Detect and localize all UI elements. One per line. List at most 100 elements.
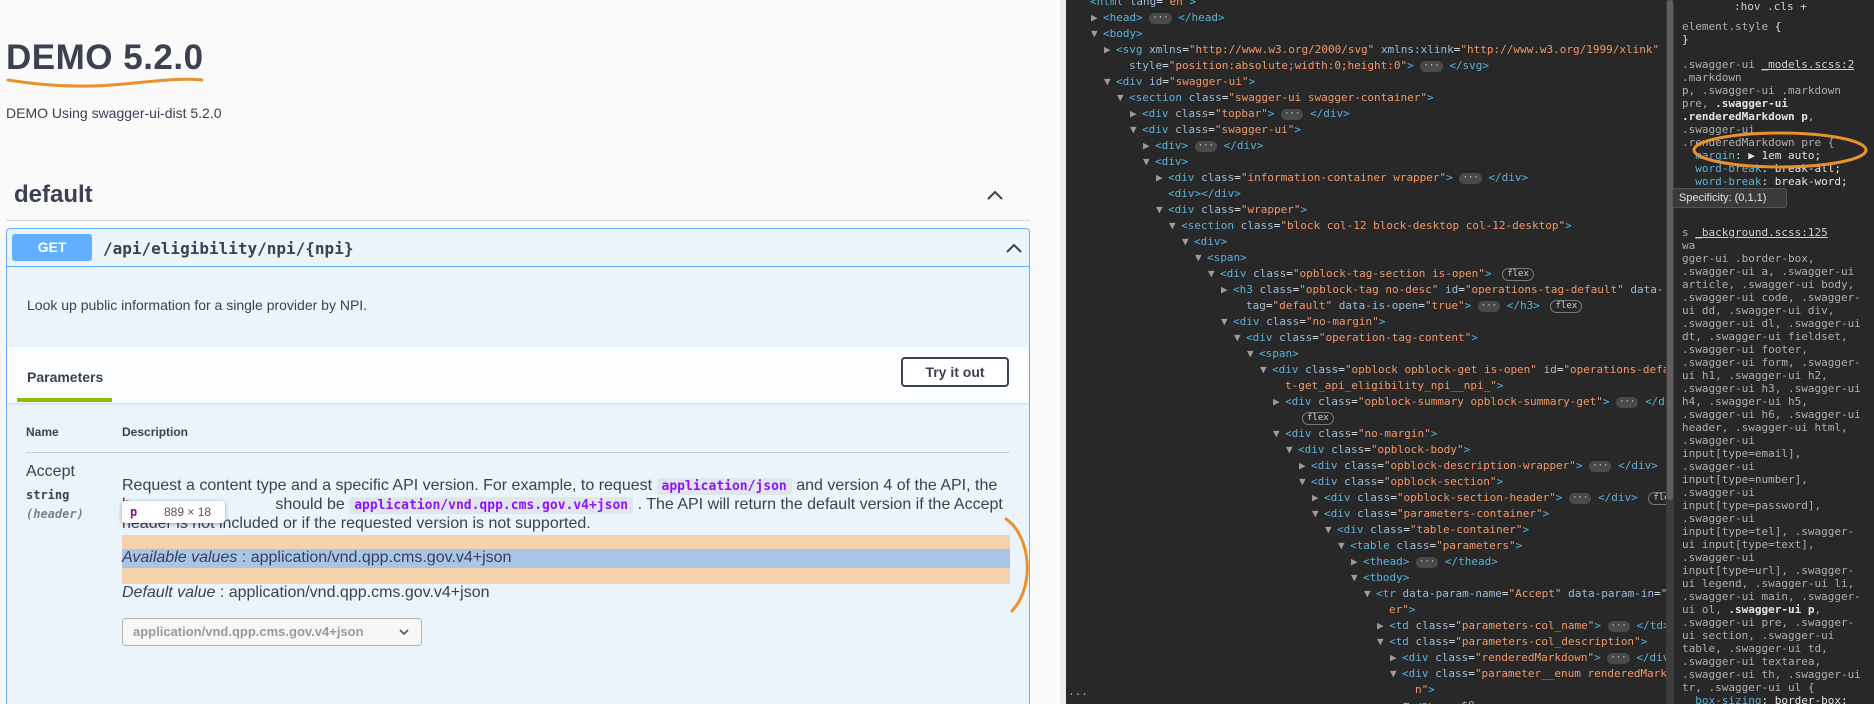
style-rule-line[interactable]: ui dd, .swagger-ui div, [1682, 304, 1834, 317]
style-rule-line[interactable]: ui ol, .swagger-ui p, [1682, 603, 1821, 616]
style-rule-line[interactable]: .swagger-ui h6, .swagger-ui [1682, 408, 1861, 421]
collapse-triangle-icon[interactable]: ▶ [1091, 10, 1103, 26]
dom-node-line[interactable]: ▶ <td class="parameters-col_name"> ··· </… [1377, 618, 1666, 634]
expand-triangle-icon[interactable]: ▼ [1169, 218, 1181, 234]
expand-triangle-icon[interactable]: ▼ [1143, 154, 1155, 170]
dom-node-line[interactable]: ▼ <div class="wrapper"> [1156, 202, 1307, 218]
style-rule-line[interactable]: ui input[type=text], [1682, 538, 1814, 551]
chevron-up-icon[interactable] [1003, 237, 1025, 259]
style-rule-line[interactable]: header, .swagger-ui html, [1682, 421, 1848, 434]
dom-node-line[interactable]: ▶ <div class="opblock-description-wrapper… [1299, 458, 1658, 474]
dom-node-line[interactable]: style="position:absolute;width:0;height:… [1117, 58, 1489, 74]
dom-node-line[interactable]: ▶ <div class="information-container wrapp… [1156, 170, 1528, 186]
dom-node-line[interactable]: ▼<p> == $0 [1403, 698, 1475, 704]
dom-node-line[interactable]: er"> [1377, 602, 1416, 618]
dom-node-line[interactable]: t-get_api_eligibility_npi__npi_"> [1273, 378, 1504, 394]
dom-node-line[interactable]: ▼ <section class="swagger-ui swagger-cont… [1117, 90, 1434, 106]
dom-node-line[interactable]: ▶ <thead> ··· </thead> [1351, 554, 1498, 570]
expand-triangle-icon[interactable]: ▼ [1260, 362, 1272, 378]
dom-node-line[interactable]: ▼ <div class="parameter__enum renderedMar… [1390, 666, 1666, 682]
style-rule-line[interactable]: .swagger-ui h3, .swagger-ui [1682, 382, 1861, 395]
expand-triangle-icon[interactable]: ▼ [1195, 250, 1207, 266]
style-rule-line[interactable]: .markdown [1682, 71, 1742, 84]
expand-triangle-icon[interactable]: ▼ [1390, 666, 1402, 682]
expand-triangle-icon[interactable]: ▼ [1312, 506, 1324, 522]
expand-triangle-icon[interactable]: ▼ [1325, 522, 1337, 538]
dom-node-line[interactable]: flex [1286, 410, 1334, 426]
expand-triangle-icon[interactable]: ▼ [1286, 442, 1298, 458]
style-rule-line[interactable]: element.style { [1682, 20, 1781, 33]
tag-section-header[interactable]: default [6, 175, 1030, 221]
dom-node-line[interactable]: ▶ <div class="opblock-summary opblock-sum… [1273, 394, 1666, 410]
expand-triangle-icon[interactable]: ▼ [1208, 266, 1220, 282]
collapse-triangle-icon[interactable]: ▶ [1351, 554, 1363, 570]
style-rule-line[interactable]: tr, .swagger-ui ul { [1682, 681, 1814, 694]
style-rule-line[interactable]: .swagger-ui footer, [1682, 343, 1808, 356]
chevron-up-icon[interactable] [984, 184, 1006, 206]
dom-node-line[interactable]: ▼ <div class="no-margin"> [1221, 314, 1385, 330]
expand-triangle-icon[interactable]: ▼ [1351, 570, 1363, 586]
dom-node-line[interactable]: <div></div> [1156, 186, 1241, 202]
dom-node-line[interactable]: ▶ <div class="renderedMarkdown"> ··· </di… [1390, 650, 1666, 666]
style-rule-line[interactable]: input[type=email], [1682, 447, 1801, 460]
style-rule-line[interactable]: input[type=password], [1682, 499, 1821, 512]
style-rule-line[interactable]: .swagger-ui [1682, 434, 1755, 447]
style-rule-line[interactable]: .swagger-ui [1682, 460, 1755, 473]
dom-node-line[interactable]: ▶ <div class="topbar"> ··· </div> [1130, 106, 1350, 122]
dom-node-line[interactable]: ▶ <div class="opblock-section-header"> ··… [1312, 490, 1666, 506]
style-rule-line[interactable]: article, .swagger-ui body, [1682, 278, 1854, 291]
expand-triangle-icon[interactable]: ▼ [1091, 26, 1103, 42]
dom-node-line[interactable]: <html lang="en"> [1078, 0, 1196, 10]
dom-node-line[interactable]: ▼ <div class="parameters-container"> [1312, 506, 1549, 522]
style-rule-line[interactable]: .swagger-ui main, .swagger- [1682, 590, 1861, 603]
style-rule-line[interactable]: box-sizing: border-box; [1682, 694, 1847, 704]
style-rule-line[interactable]: .swagger-ui code, .swagger- [1682, 291, 1861, 304]
dom-node-line[interactable]: ▼ <span> [1247, 346, 1299, 362]
dom-node-line[interactable]: ▼ <div class="opblock opblock-get is-open… [1260, 362, 1666, 378]
try-it-out-button[interactable]: Try it out [901, 357, 1009, 387]
dom-node-line[interactable]: ▼ <div class="operation-tag-content"> [1234, 330, 1478, 346]
dom-node-line[interactable]: ▼ <section class="block col-12 block-desk… [1169, 218, 1572, 234]
style-rule-line[interactable]: .swagger-ui a, .swagger-ui [1682, 265, 1854, 278]
style-rule-line[interactable]: pre, .swagger-ui [1682, 97, 1788, 110]
styles-pane[interactable]: :hov .cls + element.style {} .swagger-ui … [1674, 0, 1874, 704]
style-rule-line[interactable]: .swagger-ui dl, .swagger-ui [1682, 317, 1861, 330]
style-rule-line[interactable]: gger-ui .border-box, [1682, 252, 1814, 265]
dom-node-line[interactable]: ▼ <div class="no-margin"> [1273, 426, 1437, 442]
style-rule-line[interactable]: ui legend, .swagger-ui li, [1682, 577, 1854, 590]
style-rule-line[interactable]: .swagger-ui [1682, 512, 1755, 525]
style-rule-line[interactable]: s _background.scss:125 [1682, 226, 1828, 239]
dom-node-line[interactable]: ▼ <div> [1182, 234, 1227, 250]
accept-select[interactable]: application/vnd.qpp.cms.gov.v4+json [122, 618, 422, 646]
expand-triangle-icon[interactable]: ▼ [1247, 346, 1259, 362]
style-rule-line[interactable]: .swagger-ui [1682, 486, 1755, 499]
styles-toolbar[interactable]: :hov .cls + [1674, 0, 1874, 14]
dom-node-line[interactable]: ▶ <h3 class="opblock-tag no-desc" id="ope… [1221, 282, 1664, 298]
style-rule-line[interactable]: ui h1, .swagger-ui h2, [1682, 369, 1828, 382]
expand-triangle-icon[interactable]: ▼ [1234, 330, 1246, 346]
expand-triangle-icon[interactable]: ▼ [1338, 538, 1350, 554]
style-rule-line[interactable]: table, .swagger-ui td, [1682, 642, 1828, 655]
expand-triangle-icon[interactable]: ▼ [1156, 202, 1168, 218]
collapse-triangle-icon[interactable]: ▶ [1221, 282, 1233, 298]
collapse-triangle-icon[interactable]: ▶ [1390, 650, 1402, 666]
style-rule-line[interactable]: .swagger-ui pre, .swagger- [1682, 616, 1854, 629]
collapse-triangle-icon[interactable]: ▶ [1143, 138, 1155, 154]
dom-node-line[interactable]: ▼ <div class="opblock-tag-section is-open… [1208, 266, 1534, 282]
elements-tree[interactable]: <html lang="en"> ▶ <head> ··· </head> ▼ <bod… [1066, 0, 1666, 704]
dom-node-line[interactable]: ▶ <svg xmlns="http://www.w3.org/2000/svg"… [1104, 42, 1659, 58]
expand-triangle-icon[interactable]: ▼ [1364, 586, 1376, 602]
dom-node-line[interactable]: ▼ <body> [1091, 26, 1143, 42]
style-rule-line[interactable]: .swagger-ui th, .swagger-ui [1682, 668, 1861, 681]
style-rule-line[interactable]: h4, .swagger-ui h5, [1682, 395, 1808, 408]
dom-node-line[interactable]: ▼ <div id="swagger-ui"> [1104, 74, 1255, 90]
collapse-triangle-icon[interactable]: ▶ [1273, 394, 1285, 410]
expand-triangle-icon[interactable]: ▼ [1377, 634, 1389, 650]
style-rule-line[interactable]: .swagger-ui _models.scss:2 [1682, 58, 1854, 71]
dom-node-line[interactable]: ▼ <div class="swagger-ui"> [1130, 122, 1301, 138]
dom-node-line[interactable]: ▶ <head> ··· </head> [1091, 10, 1225, 26]
dom-node-line[interactable]: ▼ <div> [1143, 154, 1188, 170]
style-rule-line[interactable]: dt, .swagger-ui fieldset, [1682, 330, 1848, 343]
dom-node-line[interactable]: ▼ <div class="opblock-section"> [1299, 474, 1503, 490]
collapse-triangle-icon[interactable]: ▶ [1299, 458, 1311, 474]
